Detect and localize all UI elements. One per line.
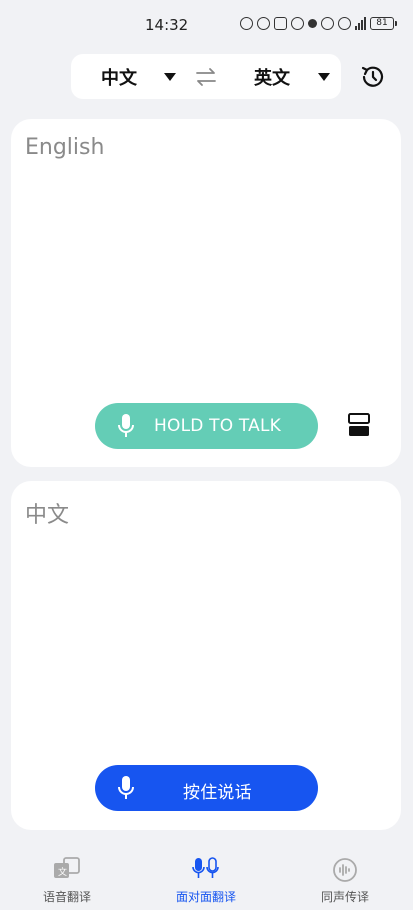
nav-label: 面对面翻译 (175, 890, 236, 904)
history-icon[interactable] (359, 63, 387, 91)
signal-icon (355, 17, 366, 30)
split-layout-icon[interactable] (348, 413, 370, 437)
microphone-icon (118, 776, 134, 799)
status-time: 14:32 (145, 16, 189, 34)
microphone-icon (118, 414, 134, 437)
hold-to-talk-label: HOLD TO TALK (154, 416, 282, 436)
battery-level: 81 (370, 17, 394, 30)
chinese-panel[interactable]: 中文 按住说话 (11, 481, 401, 830)
nav-item-voice-translation[interactable]: 文 语音翻译 (17, 848, 117, 910)
swap-languages-icon[interactable] (194, 66, 218, 88)
nav-label: 语音翻译 (42, 890, 91, 904)
translate-icon: 文 (54, 857, 80, 878)
english-placeholder: English (25, 135, 105, 160)
nav-item-face-to-face[interactable]: 面对面翻译 (156, 848, 256, 910)
battery-icon: 81 (370, 17, 397, 30)
alarm-icon (291, 17, 304, 30)
english-panel[interactable]: English HOLD TO TALK (11, 119, 401, 467)
source-language-select[interactable]: 中文 (101, 54, 176, 99)
status-bar: 14:32 81 (0, 0, 413, 52)
chinese-placeholder: 中文 (25, 503, 70, 528)
press-to-speak-label: 按住说话 (183, 783, 252, 803)
eye-icon (257, 17, 270, 30)
wifi-icon (338, 17, 351, 30)
simultaneous-interpretation-icon (333, 858, 357, 882)
hold-to-talk-button[interactable]: HOLD TO TALK (95, 403, 318, 449)
bluetooth-icon (308, 19, 317, 28)
app-notification-icon (240, 17, 253, 30)
nav-item-simultaneous-interpretation[interactable]: 同声传译 (295, 848, 395, 910)
nfc-icon (274, 17, 287, 30)
face-to-face-mic-icon (192, 857, 219, 878)
source-language-label: 中文 (101, 67, 137, 89)
bottom-navigation: 文 语音翻译 面对面翻译 同声传译 (0, 848, 413, 910)
nav-label: 同声传译 (320, 890, 369, 904)
press-to-speak-button[interactable]: 按住说话 (95, 765, 318, 811)
mute-icon (321, 17, 334, 30)
target-language-label: 英文 (254, 67, 290, 89)
dropdown-caret-icon (318, 72, 330, 81)
target-language-select[interactable]: 英文 (254, 54, 330, 99)
language-bar: 中文 英文 (71, 54, 341, 99)
dropdown-caret-icon (164, 72, 176, 81)
status-icons: 81 (240, 17, 397, 30)
svg-text:文: 文 (58, 866, 67, 878)
